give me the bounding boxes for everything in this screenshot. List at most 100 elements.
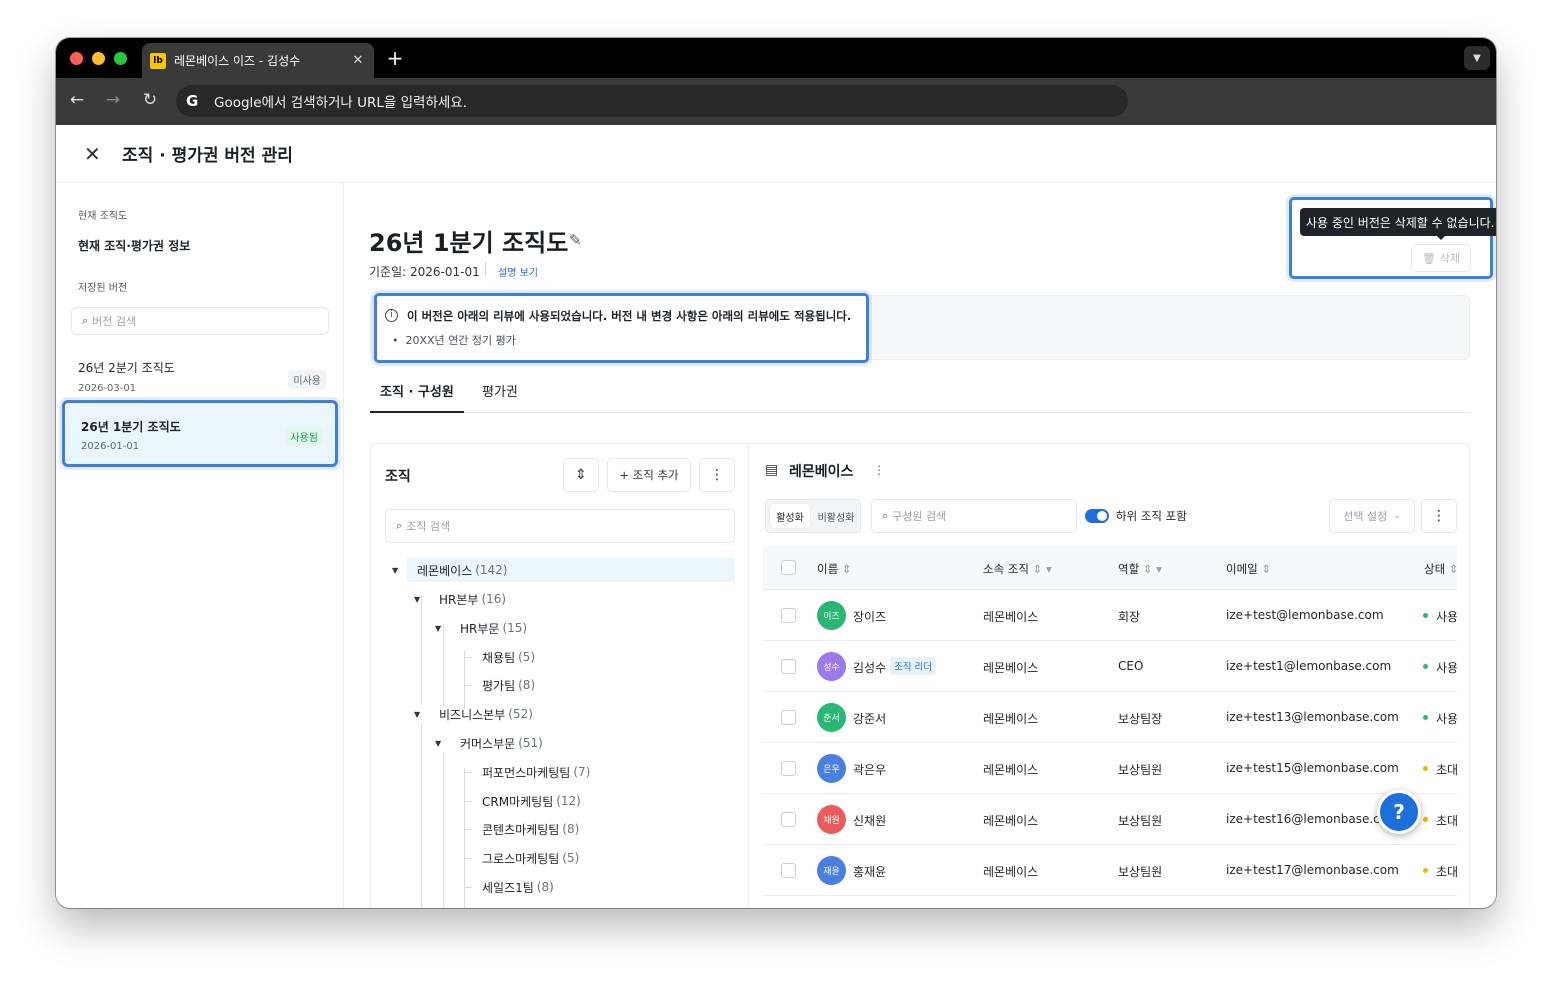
current-org-item[interactable]: 현재 조직·평가권 정보 (78, 237, 190, 254)
tree-item[interactable]: 퍼포먼스마케팅팀 (7) (482, 760, 590, 784)
forward-arrow-icon[interactable]: → (102, 90, 124, 110)
member-search-input[interactable]: ⌕ 구성원 검색 (871, 499, 1077, 533)
tree-item[interactable]: 평가팀 (8) (482, 673, 535, 697)
column-header-org[interactable]: 소속 조직 ⇕ ▾ (983, 561, 1052, 577)
tree-guide (421, 724, 422, 908)
row-checkbox[interactable] (781, 659, 796, 674)
column-header-role[interactable]: 역할 ⇕ ▾ (1118, 561, 1162, 577)
row-checkbox[interactable] (781, 710, 796, 725)
tree-item-count: (8) (562, 822, 580, 836)
new-tab-button[interactable]: + (384, 46, 406, 70)
caret-down-icon[interactable]: ▼ (414, 595, 420, 604)
tree-item-label: 퍼포먼스마케팅팀 (482, 765, 571, 780)
status-segmented-control: 활성화 비활성화 (765, 499, 861, 533)
bulk-select-dropdown[interactable]: 선택 설정 ⌄ (1329, 499, 1415, 533)
table-row[interactable]: 준서 강준서 레몬베이스 보상팀장 ize+test13@lemonbase.c… (763, 692, 1457, 743)
tab-bar: lb 레몬베이스 이즈 - 김성수 ✕ + ▼ (56, 38, 1496, 78)
tab-close-icon[interactable]: ✕ (350, 53, 366, 68)
tree-item[interactable]: CRM마케팅팀 (12) (482, 789, 581, 813)
minimize-window-button[interactable] (92, 52, 105, 65)
tree-item[interactable]: HR본부 (16) (439, 587, 506, 611)
tree-item[interactable]: 그로스마케팅팀 (5) (482, 846, 579, 870)
app-content: ✕ 조직 · 평가권 버전 관리 현재 조직도 현재 조직·평가권 정보 저장된… (56, 125, 1496, 908)
maximize-window-button[interactable] (114, 52, 127, 65)
member-status: 초대 (1436, 763, 1457, 777)
table-row[interactable]: 은우 곽은우 레몬베이스 보상팀원 ize+test15@lemonbase.c… (763, 743, 1457, 794)
caret-down-icon[interactable]: ▼ (435, 739, 441, 748)
include-suborg-toggle[interactable] (1085, 509, 1109, 523)
status-dot (1423, 817, 1428, 822)
column-header-name[interactable]: 이름 ⇕ (817, 561, 851, 577)
more-vertical-icon[interactable]: ⋮ (873, 463, 885, 477)
member-email: ize+test17@lemonbase.com (1226, 863, 1399, 877)
address-bar[interactable]: G Google에서 검색하거나 URL을 입력하세요. (176, 85, 1128, 117)
segment-inactive[interactable]: 비활성화 (814, 504, 858, 528)
back-arrow-icon[interactable]: ← (66, 90, 88, 110)
reload-icon[interactable]: ↻ (139, 90, 161, 110)
version-date: 2026-01-01 (81, 441, 140, 452)
tab-evaluation-rights[interactable]: 평가권 (482, 381, 518, 413)
table-row[interactable]: 채원 신채원 레몬베이스 보상팀원 ize+test16@lemonbase.c… (763, 794, 1457, 845)
browser-toolbar: ← → ↻ G Google에서 검색하거나 URL을 입력하세요. (56, 78, 1496, 125)
page-header-title: 조직 · 평가권 버전 관리 (122, 146, 293, 166)
add-org-button[interactable]: + 조직 추가 (607, 458, 691, 492)
row-checkbox[interactable] (781, 812, 796, 827)
tab-org-members[interactable]: 조직 · 구성원 (370, 381, 464, 413)
sort-icon: ⇕ (841, 562, 852, 576)
member-name: 홍재윤 (853, 865, 887, 879)
tree-item[interactable]: 세일즈1팀 (8) (482, 875, 554, 899)
table-row[interactable]: 이즈 장이즈 레몬베이스 회장 ize+test@lemonbase.com 사… (763, 590, 1457, 641)
segment-active[interactable]: 활성화 (770, 504, 810, 528)
tree-item-label: 평가팀 (482, 678, 516, 693)
tree-item-root[interactable]: 레몬베이스 (142) (407, 558, 735, 582)
avatar: 재윤 (817, 856, 846, 885)
delete-button[interactable]: 🗑 삭제 (1411, 244, 1471, 272)
row-checkbox[interactable] (781, 863, 796, 878)
version-item-2026-q1[interactable]: 26년 1분기 조직도 2026-01-01 사용됨 (62, 400, 338, 467)
column-header-email[interactable]: 이메일 ⇕ (1226, 561, 1271, 577)
row-checkbox[interactable] (781, 761, 796, 776)
tree-item[interactable]: 채용팀 (5) (482, 645, 535, 669)
avatar: 채원 (817, 805, 846, 834)
tree-item[interactable]: HR부문 (15) (460, 616, 527, 640)
pencil-icon[interactable]: ✎ (569, 231, 582, 249)
close-window-button[interactable] (70, 52, 83, 65)
help-button[interactable]: ? (1377, 790, 1421, 834)
select-all-checkbox[interactable] (781, 560, 796, 575)
review-name: 20XX년 연간 정기 평가 (405, 334, 516, 347)
tree-guide (443, 624, 444, 706)
browser-tab[interactable]: lb 레몬베이스 이즈 - 김성수 ✕ (142, 43, 374, 78)
collapse-all-button[interactable]: ⇕ (563, 458, 599, 492)
version-item-2026-q2[interactable]: 26년 2분기 조직도 2026-03-01 미사용 (62, 347, 338, 405)
org-search-input[interactable]: ⌕ 조직 검색 (385, 509, 735, 543)
table-row[interactable]: 재윤 홍재윤 레몬베이스 보상팀원 ize+test17@lemonbase.c… (763, 845, 1457, 896)
browser-window: lb 레몬베이스 이즈 - 김성수 ✕ + ▼ ← → ↻ G Google에서… (56, 38, 1496, 908)
status-dot (1423, 664, 1428, 669)
row-checkbox[interactable] (781, 608, 796, 623)
version-search-input[interactable]: ⌕ 버전 검색 (71, 307, 329, 335)
column-header-status[interactable]: 상태 ⇕ (1424, 561, 1457, 577)
member-org: 레몬베이스 (983, 814, 1039, 828)
tree-item[interactable]: 비즈니스본부 (52) (439, 702, 533, 726)
member-status: 사용 (1436, 712, 1457, 726)
table-row[interactable]: 성수 김성수 조직 리더 레몬베이스 CEO ize+test1@lemonba… (763, 641, 1457, 692)
caret-down-icon[interactable]: ▼ (414, 710, 420, 719)
tree-guide (464, 858, 472, 859)
info-icon: i (385, 309, 398, 322)
caret-down-icon[interactable]: ▼ (392, 566, 398, 575)
close-icon[interactable]: ✕ (84, 142, 101, 166)
tree-item[interactable]: 콘텐츠마케팅팀 (8) (482, 817, 579, 841)
tab-search-chevron-icon[interactable]: ▼ (1464, 46, 1490, 70)
caret-down-icon[interactable]: ▼ (435, 624, 441, 633)
tree-item[interactable]: 커머스부문 (51) (460, 731, 543, 755)
members-more-button[interactable]: ⋮ (1421, 499, 1457, 533)
version-name: 26년 1분기 조직도 (81, 420, 181, 434)
org-more-button[interactable]: ⋮ (699, 458, 735, 492)
member-org: 레몬베이스 (983, 712, 1039, 726)
member-org: 레몬베이스 (983, 661, 1039, 675)
tab-title: 레몬베이스 이즈 - 김성수 (174, 54, 301, 68)
help-link[interactable]: 설명 보기 (498, 264, 538, 279)
tree-item-count: (51) (518, 736, 543, 750)
select-label: 선택 설정 (1343, 510, 1388, 523)
org-search-placeholder: 조직 검색 (406, 520, 451, 533)
